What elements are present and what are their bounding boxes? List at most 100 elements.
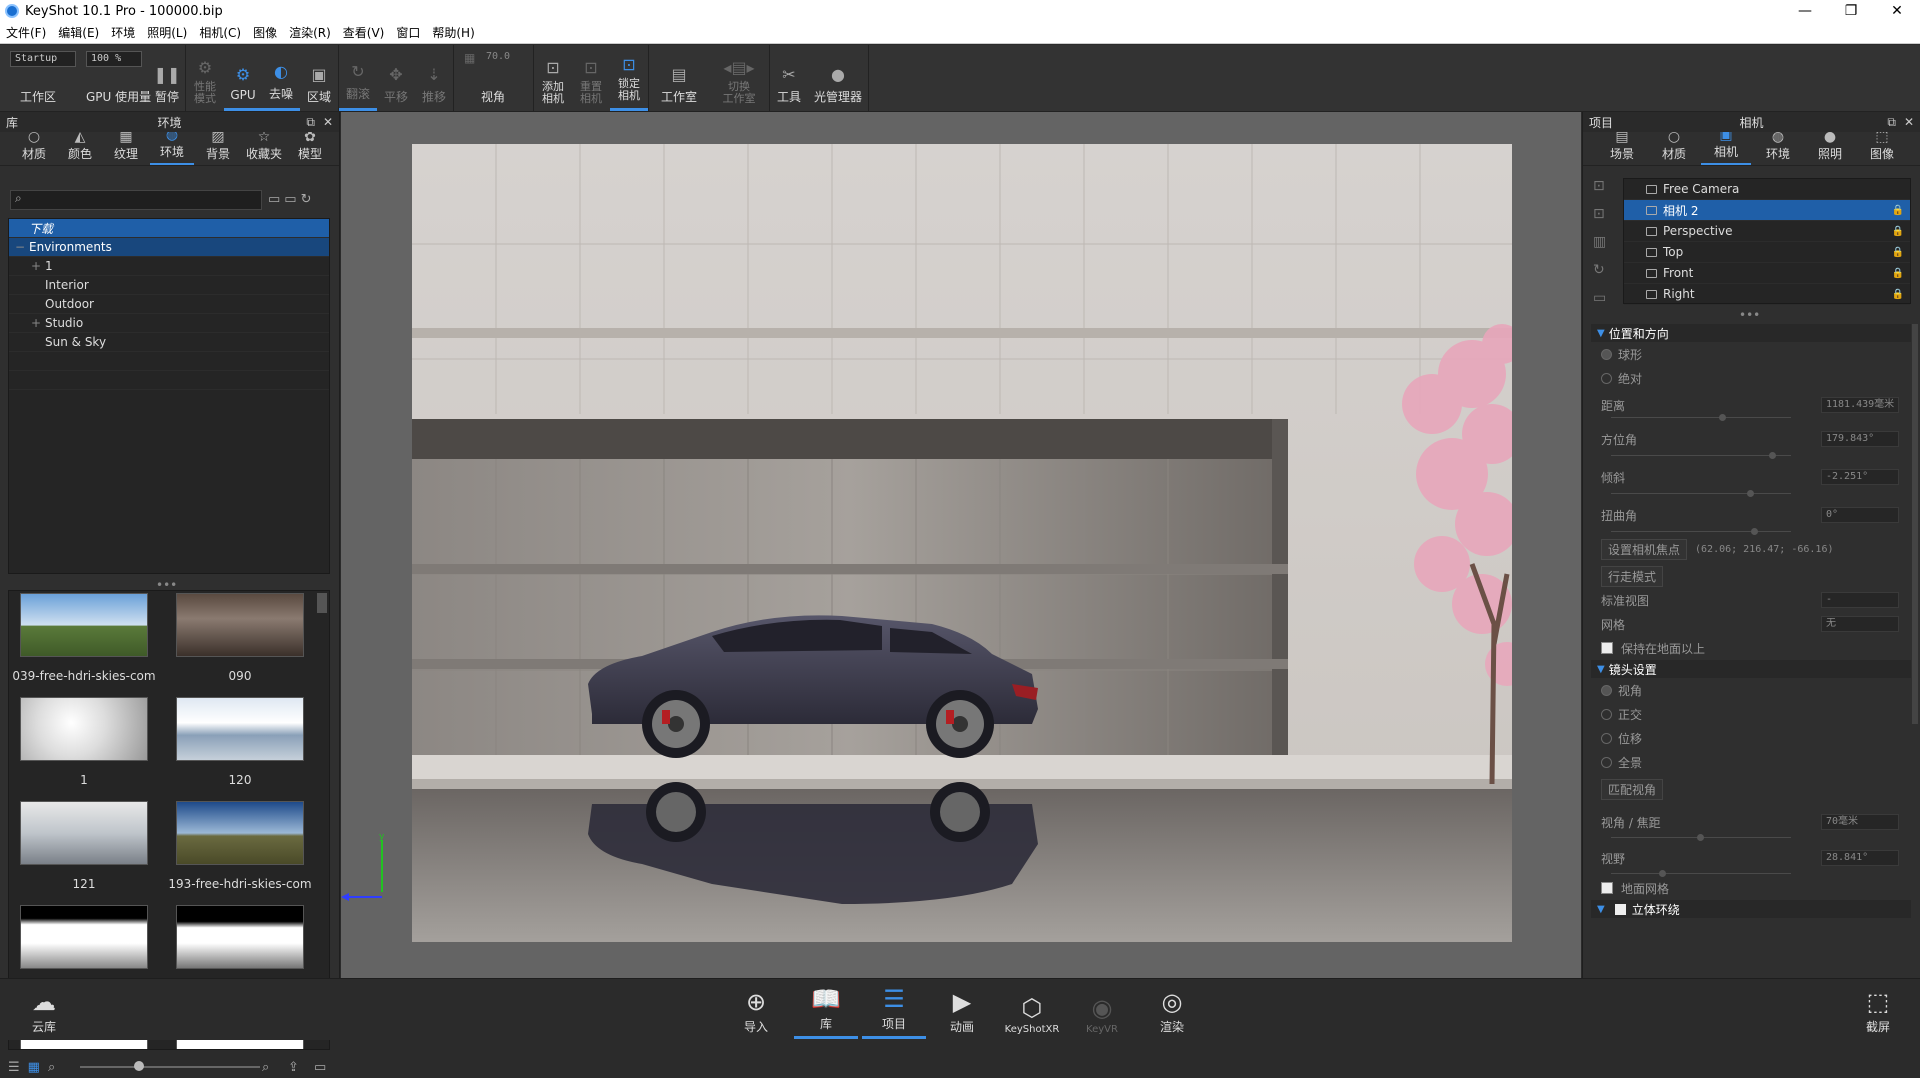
camera-add-icon[interactable]: ⊡ bbox=[1593, 178, 1606, 194]
ground-grid-checkbox[interactable] bbox=[1601, 882, 1613, 894]
radio-orthographic[interactable] bbox=[1601, 708, 1612, 720]
set-camera-focus-button[interactable]: 设置相机焦点 bbox=[1601, 538, 1688, 560]
minimize-button[interactable]: — bbox=[1782, 0, 1828, 22]
tab-environment[interactable]: ◍ 环境 bbox=[1753, 129, 1803, 165]
tree-item[interactable]: 下载 bbox=[9, 219, 329, 238]
lock-icon[interactable]: 🔒 bbox=[1892, 268, 1904, 279]
environment-thumbnail[interactable]: 1 bbox=[9, 697, 159, 787]
properties-scrollbar[interactable] bbox=[1912, 324, 1918, 724]
thumbnails-scrollbar[interactable] bbox=[317, 593, 327, 613]
environment-thumbnail[interactable]: 120 bbox=[165, 697, 315, 787]
distance-input[interactable]: 1181.439毫米 bbox=[1821, 397, 1899, 413]
studio-button[interactable]: ▤ 工作室 bbox=[649, 45, 709, 111]
render-button[interactable]: ◎ 渲染 bbox=[1140, 983, 1204, 1039]
library-button[interactable]: 📖 库 bbox=[794, 983, 858, 1039]
animation-button[interactable]: ▶ 动画 bbox=[930, 983, 994, 1039]
render-image[interactable] bbox=[412, 144, 1512, 942]
undock-icon[interactable]: ⧉ bbox=[306, 115, 315, 130]
tab-models[interactable]: ✿ 模型 bbox=[288, 129, 332, 165]
reset-camera-button[interactable]: ⊡ 重置 相机 bbox=[572, 45, 610, 111]
lock-icon[interactable]: 🔒 bbox=[1892, 247, 1904, 258]
lock-icon[interactable]: 🔒 bbox=[1892, 205, 1904, 216]
save-icon[interactable]: ▭ bbox=[1593, 290, 1606, 306]
distance-slider[interactable] bbox=[1611, 414, 1791, 421]
performance-mode-button[interactable]: ⚙ 性能 模式 bbox=[186, 45, 224, 111]
trash-icon[interactable]: ▥ bbox=[1593, 234, 1606, 250]
tab-material[interactable]: ○ 材质 bbox=[1649, 129, 1699, 165]
environment-thumbnail[interactable]: 193-free-hdri-skies-com bbox=[165, 801, 315, 891]
real-time-viewport[interactable]: y bbox=[341, 112, 1581, 978]
azimuth-slider[interactable] bbox=[1611, 452, 1791, 459]
twist-input[interactable]: 0° bbox=[1821, 507, 1899, 523]
environment-thumbnail[interactable]: 090 bbox=[165, 593, 315, 683]
view-angle-button[interactable]: 视角 bbox=[474, 88, 512, 111]
workspace-select[interactable]: Startup bbox=[10, 51, 76, 67]
view-angle-value[interactable]: 70.0 bbox=[486, 51, 510, 62]
tools-button[interactable]: ✂ 工具 bbox=[770, 45, 808, 111]
tab-favorites[interactable]: ☆ 收藏夹 bbox=[242, 129, 286, 165]
tab-environments[interactable]: ◍ 环境 bbox=[150, 127, 194, 165]
menu-help[interactable]: 帮助(H) bbox=[426, 24, 480, 41]
grid-select[interactable]: 无 bbox=[1821, 616, 1899, 632]
focal-length-slider[interactable] bbox=[1611, 834, 1791, 841]
zoom-in-icon[interactable]: ⌕ bbox=[262, 1060, 269, 1075]
screenshot-button[interactable]: ⬚ 截屏 bbox=[1846, 983, 1910, 1039]
pan-button[interactable]: ✥ 平移 bbox=[377, 45, 415, 111]
lens-shift-option[interactable]: 位移 bbox=[1591, 726, 1911, 750]
gpu-usage-button[interactable]: GPU 使用量 bbox=[80, 88, 157, 111]
thumbnail-size-slider[interactable] bbox=[80, 1061, 260, 1071]
gpu-toggle-button[interactable]: ⚙ GPU bbox=[224, 45, 262, 111]
undock-icon[interactable]: ⧉ bbox=[1887, 115, 1896, 130]
menu-environment[interactable]: 环境 bbox=[105, 24, 141, 41]
spherical-option[interactable]: 球形 bbox=[1591, 342, 1911, 366]
tree-item[interactable]: − Environments bbox=[9, 238, 329, 257]
light-manager-button[interactable]: ● 光管理器 bbox=[808, 45, 868, 111]
field-of-view-slider[interactable] bbox=[1611, 870, 1791, 877]
walk-mode-button[interactable]: 行走模式 bbox=[1601, 565, 1664, 587]
menu-view[interactable]: 查看(V) bbox=[337, 24, 391, 41]
list-view-icon[interactable]: ☰ bbox=[8, 1060, 20, 1075]
azimuth-input[interactable]: 179.843° bbox=[1821, 431, 1899, 447]
tab-scene[interactable]: ▤ 场景 bbox=[1597, 129, 1647, 165]
radio-absolute[interactable] bbox=[1601, 372, 1612, 384]
lens-panoramic-option[interactable]: 全景 bbox=[1591, 750, 1911, 774]
incline-input[interactable]: -2.251° bbox=[1821, 469, 1899, 485]
keyshotxr-button[interactable]: ⬡ KeyShotXR bbox=[1000, 983, 1064, 1039]
ground-grid-row[interactable]: 地面网格 bbox=[1591, 876, 1911, 900]
camera-list-item[interactable]: Free Camera bbox=[1624, 179, 1910, 200]
tab-camera[interactable]: ▣ 相机 bbox=[1701, 127, 1751, 165]
grid-view-icon[interactable]: ▦ bbox=[28, 1060, 40, 1075]
position-orientation-section[interactable]: ▼ 位置和方向 bbox=[1591, 324, 1911, 342]
radio-shift[interactable] bbox=[1601, 732, 1612, 744]
tab-colors[interactable]: ◭ 颜色 bbox=[58, 129, 102, 165]
camera-list-item[interactable]: Perspective 🔒 bbox=[1624, 221, 1910, 242]
tree-item[interactable]: Interior bbox=[9, 276, 329, 295]
tab-lighting[interactable]: ● 照明 bbox=[1805, 129, 1855, 165]
keyvr-button[interactable]: ◉ KeyVR bbox=[1070, 983, 1134, 1039]
menu-edit[interactable]: 编辑(E) bbox=[52, 24, 105, 41]
project-button[interactable]: ☰ 项目 bbox=[862, 983, 926, 1039]
panel-close-icon[interactable]: ✕ bbox=[1904, 115, 1914, 130]
standard-view-select[interactable]: - bbox=[1821, 592, 1899, 608]
keep-above-ground-row[interactable]: 保持在地面以上 bbox=[1591, 636, 1911, 660]
cloud-library-button[interactable]: ☁ 云库 bbox=[12, 983, 76, 1039]
folder-add-icon[interactable]: ▭ bbox=[284, 192, 300, 207]
menu-camera[interactable]: 相机(C) bbox=[193, 24, 247, 41]
tab-textures[interactable]: ▦ 纹理 bbox=[104, 129, 148, 165]
incline-slider[interactable] bbox=[1611, 490, 1791, 497]
match-view-button[interactable]: 匹配视角 bbox=[1601, 778, 1664, 800]
expand-toggle-icon[interactable]: + bbox=[31, 259, 43, 273]
menu-image[interactable]: 图像 bbox=[247, 24, 283, 41]
menu-file[interactable]: 文件(F) bbox=[0, 24, 52, 41]
tab-materials[interactable]: ○ 材质 bbox=[12, 129, 56, 165]
splitter-handle[interactable]: ••• bbox=[1739, 308, 1760, 322]
workspace-button[interactable]: 工作区 bbox=[14, 88, 62, 111]
lock-icon[interactable]: 🔒 bbox=[1892, 289, 1904, 300]
zoom-out-icon[interactable]: ⌕ bbox=[48, 1060, 55, 1075]
radio-perspective[interactable] bbox=[1601, 684, 1612, 696]
switch-studio-button[interactable]: ◂▤▸ 切换 工作室 bbox=[709, 45, 769, 111]
menu-lighting[interactable]: 照明(L) bbox=[141, 24, 193, 41]
refresh-icon[interactable]: ↻ bbox=[1593, 262, 1606, 278]
radio-panoramic[interactable] bbox=[1601, 756, 1612, 768]
camera-duplicate-icon[interactable]: ⊡ bbox=[1593, 206, 1606, 222]
